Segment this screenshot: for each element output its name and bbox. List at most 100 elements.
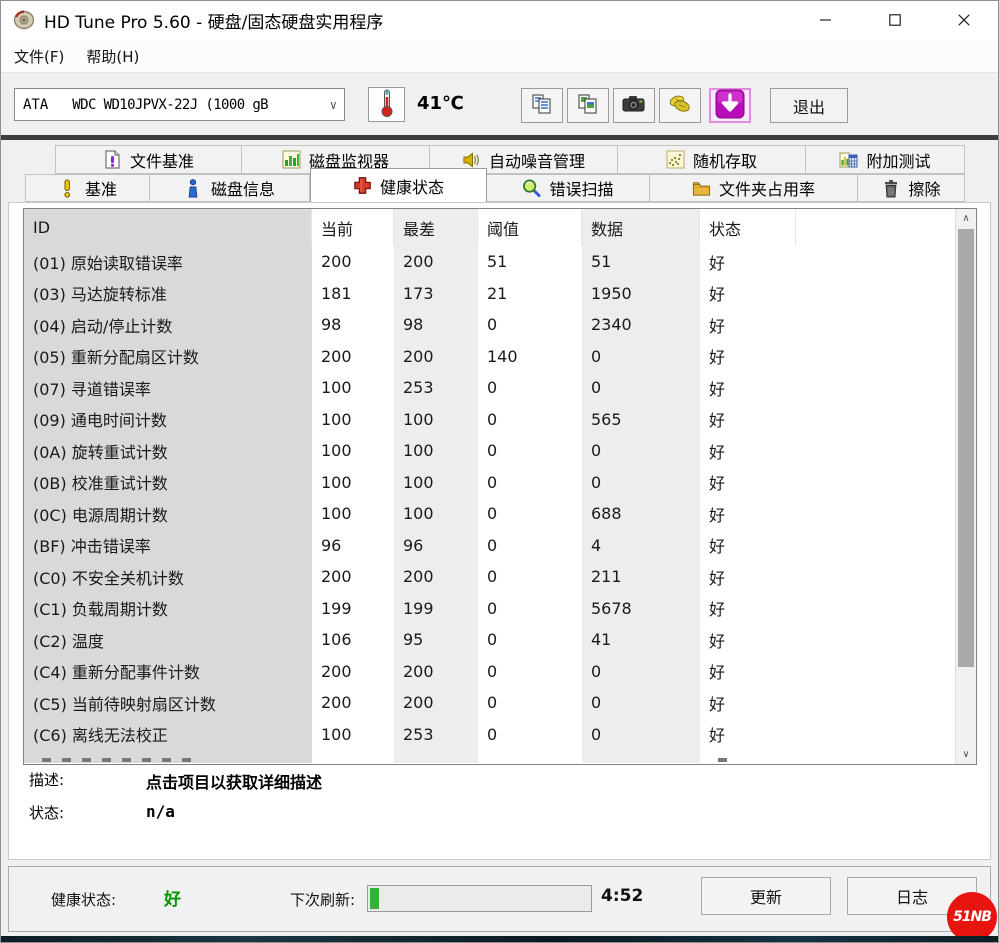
drive-select-dropdown[interactable]: ATA WDC WD10JPVX-22J (1000 gB ∨ (14, 88, 345, 121)
camera-icon (621, 94, 647, 118)
table-row[interactable]: (C5) 当前待映射扇区计数20020000好 (24, 687, 976, 719)
tab-label: 磁盘信息 (211, 176, 275, 200)
hands-icon (667, 93, 693, 119)
cell-status: 好 (700, 467, 796, 499)
cell-id: (C1) 负载周期计数 (24, 593, 312, 625)
tab-error-scan[interactable]: 错误扫描 (487, 174, 650, 202)
update-button[interactable]: 更新 (701, 877, 831, 915)
tab-health-status[interactable]: 健康状态 (310, 168, 487, 202)
cell-filler (796, 624, 976, 656)
table-row[interactable]: (C0) 不安全关机计数2002000211好 (24, 561, 976, 593)
cell-status: 好 (700, 656, 796, 688)
scrollbar-thumb[interactable] (958, 229, 974, 667)
tab-disk-info[interactable]: 磁盘信息 (150, 174, 310, 202)
cell-current: 100 (312, 404, 394, 436)
table-row[interactable]: (C4) 重新分配事件计数20020000好 (24, 656, 976, 688)
copy-image-button[interactable] (567, 88, 609, 123)
refresh-countdown: 4:52 (601, 886, 643, 906)
exit-button-label: 退出 (793, 94, 825, 118)
tab-random-access[interactable]: 随机存取 (618, 145, 806, 174)
tab-label: 随机存取 (693, 148, 757, 172)
drive-model-label: WDC WD10JPVX-22J (1000 gB (72, 97, 268, 113)
column-header-status[interactable]: 状态 (700, 209, 796, 246)
cell-id: (0C) 电源周期计数 (24, 498, 312, 530)
cell-data: 0 (582, 435, 700, 467)
cell-worst: 96 (394, 530, 478, 562)
download-button[interactable] (709, 88, 751, 123)
cell-worst: 100 (394, 498, 478, 530)
cell-id: (BF) 冲击错误率 (24, 530, 312, 562)
folder-usage-icon (692, 179, 711, 198)
table-row[interactable]: (C6) 离线无法校正10025300好 (24, 719, 976, 751)
tab-extra-tests[interactable]: 附加测试 (806, 145, 965, 174)
tab-file-benchmark[interactable]: 文件基准 (55, 145, 242, 174)
column-header-worst[interactable]: 最差 (394, 209, 478, 246)
cell-worst: 173 (394, 278, 478, 310)
screenshot-button[interactable] (613, 88, 655, 123)
minimize-button[interactable] (802, 0, 850, 40)
cell-filler (796, 530, 976, 562)
file-benchmark-icon (103, 150, 122, 169)
maximize-button[interactable] (871, 0, 919, 40)
table-row[interactable]: (05) 重新分配扇区计数2002001400好 (24, 341, 976, 373)
cell-threshold: 0 (478, 372, 582, 404)
log-button-label: 日志 (896, 884, 928, 908)
cell-status (700, 750, 796, 763)
column-header-id[interactable]: ID (24, 209, 312, 246)
copy-report-icon (530, 93, 554, 119)
table-row[interactable]: (01) 原始读取错误率2002005151好 (24, 246, 976, 278)
cell-id: (C6) 离线无法校正 (24, 719, 312, 751)
table-row-partial[interactable] (24, 750, 976, 763)
menu-bar: 文件(F) 帮助(H) (0, 40, 999, 73)
table-row[interactable]: (04) 启动/停止计数989802340好 (24, 309, 976, 341)
cell-filler (796, 309, 976, 341)
menu-help[interactable]: 帮助(H) (75, 42, 150, 71)
table-row[interactable]: (07) 寻道错误率10025300好 (24, 372, 976, 404)
vertical-scrollbar[interactable]: ∧ ∨ (955, 209, 976, 764)
column-header-threshold[interactable]: 阈值 (478, 209, 582, 246)
table-row[interactable]: (C2) 温度10695041好 (24, 624, 976, 656)
cell-filler (796, 719, 976, 751)
tab-erase[interactable]: 擦除 (858, 174, 965, 202)
menu-file[interactable]: 文件(F) (3, 42, 75, 71)
cell-filler (796, 498, 976, 530)
cell-filler (796, 246, 976, 278)
table-row[interactable]: (C1) 负载周期计数19919905678好 (24, 593, 976, 625)
donate-button[interactable] (659, 88, 701, 123)
close-button[interactable] (940, 0, 988, 40)
cell-status: 好 (700, 498, 796, 530)
cell-threshold: 0 (478, 656, 582, 688)
smart-table-body: (01) 原始读取错误率2002005151好(03) 马达旋转标准181173… (24, 246, 976, 763)
table-row[interactable]: (BF) 冲击错误率969604好 (24, 530, 976, 562)
table-row[interactable]: (09) 通电时间计数1001000565好 (24, 404, 976, 436)
table-row[interactable]: (0C) 电源周期计数1001000688好 (24, 498, 976, 530)
tab-label: 擦除 (908, 176, 940, 200)
column-header-current[interactable]: 当前 (312, 209, 394, 246)
cell-id: (0B) 校准重试计数 (24, 467, 312, 499)
health-status-panel: ID 当前 最差 阈值 数据 状态 (01) 原始读取错误率2002005151… (8, 202, 991, 860)
cell-data: 51 (582, 246, 700, 278)
drive-bus-label: ATA (23, 97, 48, 113)
cell-current: 200 (312, 561, 394, 593)
table-row[interactable]: (03) 马达旋转标准181173211950好 (24, 278, 976, 310)
tab-folder-usage[interactable]: 文件夹占用率 (650, 174, 858, 202)
scroll-up-icon[interactable]: ∧ (956, 209, 976, 228)
cell-current: 106 (312, 624, 394, 656)
copy-report-button[interactable] (521, 88, 563, 123)
tab-benchmark[interactable]: 基准 (25, 174, 150, 202)
cell-filler (796, 404, 976, 436)
column-header-data[interactable]: 数据 (582, 209, 700, 246)
cell-current (312, 750, 394, 763)
tab-label: 文件基准 (130, 148, 194, 172)
cell-worst: 95 (394, 624, 478, 656)
description-value: 点击项目以获取详细描述 (146, 769, 322, 793)
cell-filler (796, 656, 976, 688)
table-row[interactable]: (0A) 旋转重试计数10010000好 (24, 435, 976, 467)
benchmark-icon (58, 179, 77, 198)
table-row[interactable]: (0B) 校准重试计数10010000好 (24, 467, 976, 499)
temperature-button[interactable] (368, 87, 405, 122)
erase-icon (881, 179, 900, 198)
exit-button[interactable]: 退出 (770, 88, 848, 123)
scroll-down-icon[interactable]: ∨ (956, 745, 976, 764)
status-value: n/a (146, 802, 175, 823)
